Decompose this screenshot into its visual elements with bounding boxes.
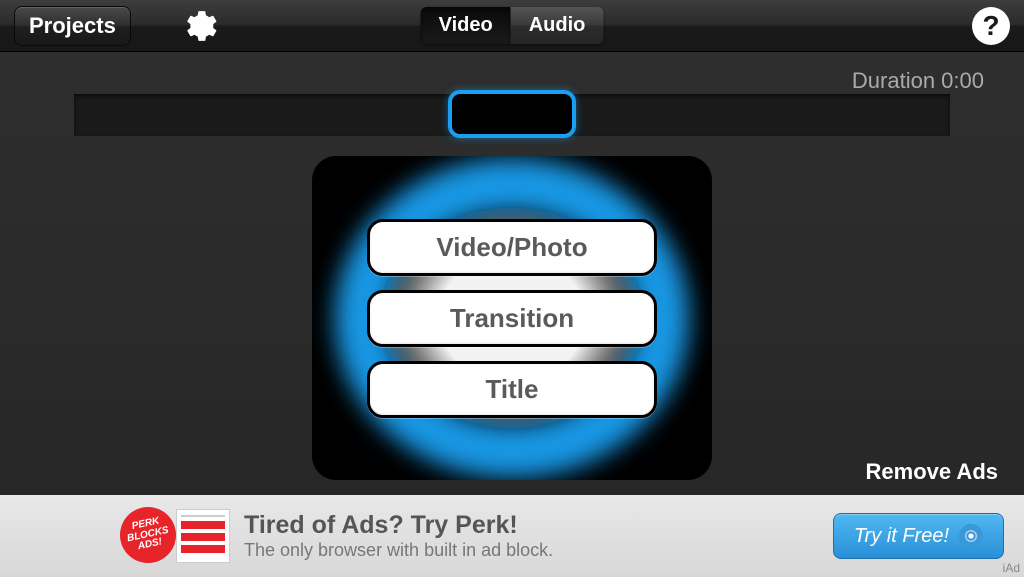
ad-text: Tired of Ads? Try Perk! The only browser…: [244, 511, 553, 561]
toolbar: Projects Video Audio ?: [0, 0, 1024, 52]
title-button[interactable]: Title: [367, 361, 657, 418]
ad-cta-button[interactable]: Try it Free!: [833, 513, 1004, 559]
ad-badge: PERK BLOCKS ADS!: [115, 502, 181, 568]
projects-button[interactable]: Projects: [14, 6, 131, 46]
ad-cta-label: Try it Free!: [854, 525, 949, 548]
iad-attribution: iAd: [1003, 561, 1020, 575]
ad-subtitle: The only browser with built in ad block.: [244, 540, 553, 561]
add-media-panel: Video/Photo Transition Title: [312, 156, 712, 480]
help-icon[interactable]: ?: [972, 7, 1010, 45]
action-button-stack: Video/Photo Transition Title: [367, 219, 657, 418]
ad-banner[interactable]: PERK BLOCKS ADS! Tired of Ads? Try Perk!…: [0, 495, 1024, 577]
av-segmented-control: Video Audio: [421, 7, 604, 44]
video-photo-button[interactable]: Video/Photo: [367, 219, 657, 276]
ad-app-icon: [176, 509, 230, 563]
remove-ads-link[interactable]: Remove Ads: [866, 459, 998, 485]
tab-audio[interactable]: Audio: [511, 7, 604, 44]
swirl-icon: [959, 524, 983, 548]
tab-video[interactable]: Video: [421, 7, 511, 44]
ad-title: Tired of Ads? Try Perk!: [244, 511, 553, 540]
settings-icon[interactable]: [183, 9, 217, 43]
main-editor: Duration 0:00 Video/Photo Transition Tit…: [0, 52, 1024, 495]
duration-label: Duration 0:00: [852, 68, 984, 94]
transition-button[interactable]: Transition: [367, 290, 657, 347]
timeline-playhead[interactable]: [448, 90, 576, 138]
